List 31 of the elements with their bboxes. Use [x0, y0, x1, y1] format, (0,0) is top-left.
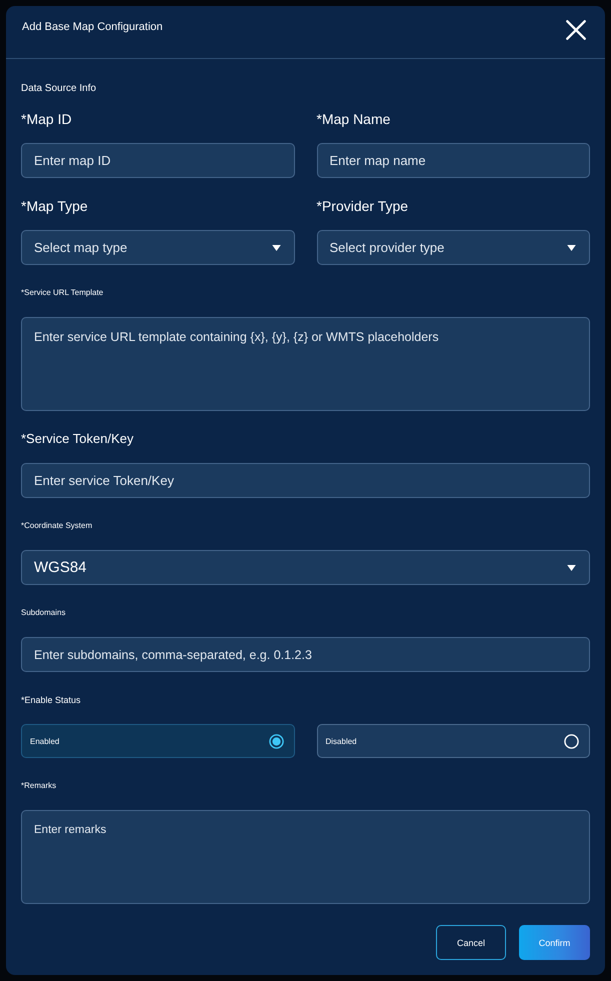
select-field[interactable]: Select map type: [21, 230, 294, 265]
text-area[interactable]: Enter remarks: [21, 810, 590, 904]
input-field[interactable]: Enter subdomains, comma-separated, e.g. 0.1.2.3: [21, 637, 590, 672]
radio-option[interactable]: Disabled: [316, 724, 590, 758]
caret-icon: [567, 244, 576, 250]
select-field[interactable]: Select provider type: [316, 230, 590, 265]
cancel-button[interactable]: Cancel: [436, 925, 506, 960]
input-field[interactable]: Enter map name: [316, 143, 590, 178]
radio-option[interactable]: Enabled: [21, 724, 294, 758]
radio-icon: [268, 734, 284, 748]
caret-icon: [272, 244, 280, 250]
dialog-title: Add Base Map Configuration: [22, 20, 163, 34]
text-area[interactable]: Enter service URL template containing {x}, {y}, {z} or WMTS placeholders: [21, 317, 590, 411]
field-label: *Enable Status: [21, 694, 81, 707]
close-icon[interactable]: [566, 20, 586, 40]
input-field[interactable]: Enter map ID: [21, 143, 294, 178]
field-label: *Map ID: [21, 111, 72, 127]
section-title: Data Source Info: [21, 82, 96, 96]
field-label: *Map Type: [21, 198, 88, 214]
field-label: *Service Token/Key: [21, 431, 134, 447]
radio-icon: [564, 734, 579, 748]
field-label: *Provider Type: [316, 198, 408, 214]
confirm-button[interactable]: Confirm: [519, 925, 590, 960]
field-label: *Service URL Template: [21, 287, 104, 299]
caret-icon: [567, 564, 576, 570]
field-label: *Remarks: [21, 780, 56, 792]
input-field[interactable]: Enter service Token/Key: [21, 463, 590, 498]
field-label: *Coordinate System: [21, 520, 92, 532]
field-label: *Map Name: [316, 111, 390, 127]
select-field[interactable]: WGS84: [21, 550, 590, 585]
field-label: Subdomains: [21, 607, 66, 619]
